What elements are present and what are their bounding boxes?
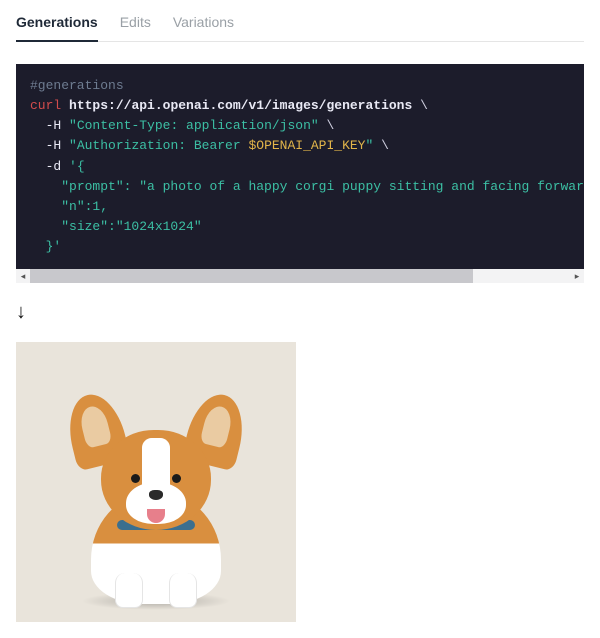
scroll-left-arrow-icon[interactable]: ◂ bbox=[16, 269, 30, 283]
down-arrow-icon: ↓ bbox=[16, 301, 584, 324]
code-env-var: $OPENAI_API_KEY bbox=[248, 138, 365, 153]
tab-edits[interactable]: Edits bbox=[120, 8, 151, 42]
generated-image bbox=[16, 342, 296, 622]
tab-variations[interactable]: Variations bbox=[173, 8, 234, 42]
code-example: #generations curl https://api.openai.com… bbox=[16, 64, 584, 283]
code-block[interactable]: #generations curl https://api.openai.com… bbox=[16, 64, 584, 269]
tab-generations[interactable]: Generations bbox=[16, 8, 98, 42]
code-curl: curl bbox=[30, 98, 61, 113]
scrollbar-thumb[interactable] bbox=[30, 269, 473, 283]
corgi-illustration bbox=[71, 394, 241, 604]
code-url: https://api.openai.com/v1/images/generat… bbox=[69, 98, 412, 113]
code-comment: #generations bbox=[30, 78, 124, 93]
scrollbar-track[interactable] bbox=[30, 269, 570, 283]
scroll-right-arrow-icon[interactable]: ▸ bbox=[570, 269, 584, 283]
horizontal-scrollbar[interactable]: ◂ ▸ bbox=[16, 269, 584, 283]
tabs-bar: Generations Edits Variations bbox=[16, 0, 584, 42]
